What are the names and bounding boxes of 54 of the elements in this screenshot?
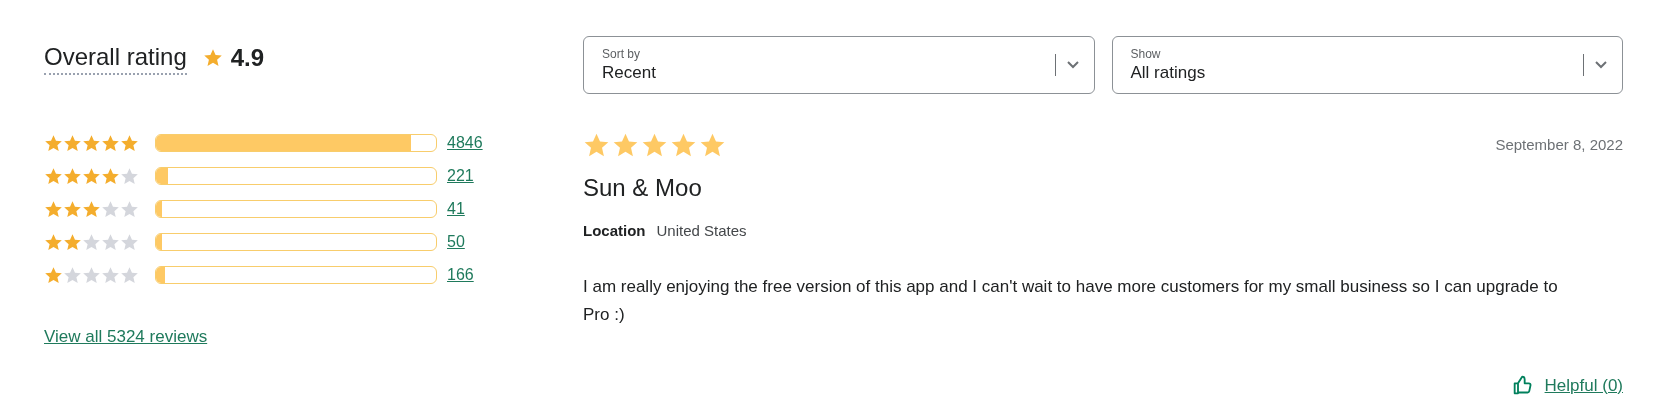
rating-count-link[interactable]: 41 <box>447 197 465 221</box>
star-icon <box>63 265 82 285</box>
star-icon <box>101 232 120 252</box>
star-icon <box>101 265 120 285</box>
star-icon <box>82 232 101 252</box>
star-icon <box>82 199 101 219</box>
star-icon <box>101 133 120 153</box>
rating-count-link[interactable]: 50 <box>447 230 465 254</box>
star-icon <box>612 132 639 159</box>
star-icon <box>44 133 63 153</box>
helpful-link[interactable]: Helpful (0) <box>1544 372 1623 398</box>
filter-dropdown[interactable]: Sort by Recent <box>583 36 1095 94</box>
star-icon <box>63 133 82 153</box>
star-icon <box>120 265 139 285</box>
chevron-down-icon <box>1594 60 1608 70</box>
rating-count-link[interactable]: 166 <box>447 263 474 287</box>
star-icon <box>101 199 120 219</box>
location-label: Location <box>583 221 646 241</box>
dropdown-value: Recent <box>602 62 657 84</box>
star-icon <box>583 132 610 159</box>
star-icon <box>120 199 139 219</box>
star-icon <box>82 166 101 186</box>
star-icon <box>44 199 63 219</box>
star-icon <box>670 132 697 159</box>
review-text: I am really enjoying the free version of this app and I can't wait to have more customers for my small business so I can upgrade to Pro :) <box>583 275 1559 326</box>
star-icon <box>699 132 726 159</box>
view-all-reviews-link[interactable]: View all 5324 reviews <box>44 324 208 350</box>
rating-score: 4.9 <box>230 43 265 73</box>
star-icon <box>202 48 223 68</box>
star-icon <box>44 232 63 252</box>
star-icon <box>120 133 139 153</box>
dropdown-label: Show <box>1130 46 1162 62</box>
star-icon <box>82 133 101 153</box>
review-date: September 8, 2022 <box>1495 135 1623 156</box>
star-icon <box>641 132 668 159</box>
star-icon <box>63 199 82 219</box>
star-icon <box>44 265 63 285</box>
star-icon <box>44 166 63 186</box>
star-icon <box>101 166 120 186</box>
chevron-down-icon <box>1065 60 1080 70</box>
rating-count-link[interactable]: 221 <box>447 164 474 188</box>
star-icon <box>120 232 139 252</box>
location-value: United States <box>656 221 747 241</box>
star-icon <box>82 265 101 285</box>
filter-dropdown[interactable]: Show All ratings <box>1111 36 1623 94</box>
dropdown-label: Sort by <box>602 46 641 62</box>
dropdown-value: All ratings <box>1130 62 1207 84</box>
star-icon <box>63 232 82 252</box>
overall-rating-title[interactable]: Overall rating <box>44 41 187 75</box>
star-icon <box>120 166 139 186</box>
star-icon <box>63 166 82 186</box>
reviewer-name: Sun & Moo <box>583 173 703 203</box>
thumbs-up-icon <box>1512 375 1533 396</box>
rating-count-link[interactable]: 4846 <box>447 131 483 155</box>
